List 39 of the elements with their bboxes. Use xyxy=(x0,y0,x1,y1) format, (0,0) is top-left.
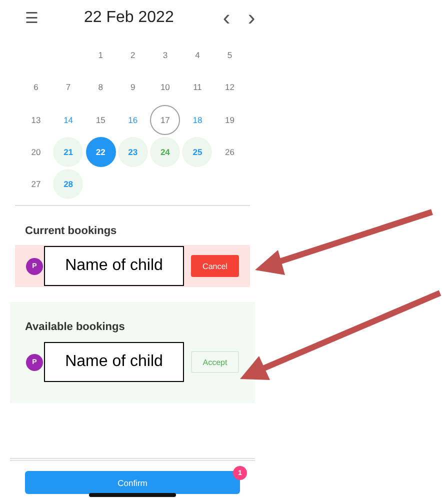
calendar-day[interactable]: 7 xyxy=(53,72,84,102)
calendar-day[interactable]: 24 xyxy=(150,136,180,167)
month-title: 22 Feb 2022 xyxy=(84,8,175,26)
calendar-day[interactable]: 28 xyxy=(53,169,84,200)
confirm-button[interactable]: Confirm xyxy=(25,471,240,494)
menu-icon[interactable]: ☰ xyxy=(25,8,41,26)
previous-month-button[interactable]: ‹ xyxy=(214,8,239,28)
calendar-day[interactable]: 13 xyxy=(21,104,51,135)
section-title: Current bookings xyxy=(25,225,118,238)
name-label: Name of child xyxy=(44,246,184,286)
cancel-button[interactable]: Cancel xyxy=(191,255,239,278)
section-title: Available bookings xyxy=(25,321,126,334)
calendar-day[interactable]: 10 xyxy=(150,72,180,102)
calendar-day[interactable]: 8 xyxy=(86,72,116,102)
calendar-day[interactable]: 12 xyxy=(214,72,245,102)
calendar-day[interactable]: 21 xyxy=(53,136,84,167)
accept-button[interactable]: Accept xyxy=(191,351,239,374)
calendar-day[interactable]: 14 xyxy=(53,104,84,135)
calendar-day[interactable]: 19 xyxy=(214,104,245,135)
calendar-day[interactable]: 15 xyxy=(86,104,116,135)
calendar-day[interactable]: 26 xyxy=(214,136,245,167)
calendar-day[interactable]: 9 xyxy=(118,72,148,102)
name-label: Name of child xyxy=(44,342,184,382)
calendar-day[interactable]: 17 xyxy=(150,104,180,135)
calendar-day[interactable]: 22 xyxy=(86,136,116,167)
calendar-day[interactable]: 4 xyxy=(182,40,212,70)
calendar-day[interactable]: 20 xyxy=(21,136,51,167)
calendar-day[interactable]: 1 xyxy=(86,40,116,70)
calendar-day[interactable]: 5 xyxy=(214,40,245,70)
calendar-day[interactable]: 11 xyxy=(182,72,212,102)
calendar-day[interactable]: 3 xyxy=(150,40,180,70)
calendar-day[interactable]: 2 xyxy=(118,40,148,70)
calendar-day[interactable]: 27 xyxy=(21,169,51,200)
calendar-day[interactable]: 18 xyxy=(182,104,212,135)
calendar-day[interactable]: 25 xyxy=(182,136,212,167)
next-month-button[interactable]: › xyxy=(239,8,264,28)
calendar-day[interactable]: 16 xyxy=(118,104,148,135)
calendar-day[interactable]: 6 xyxy=(21,72,51,102)
calendar-day[interactable]: 23 xyxy=(118,136,148,167)
